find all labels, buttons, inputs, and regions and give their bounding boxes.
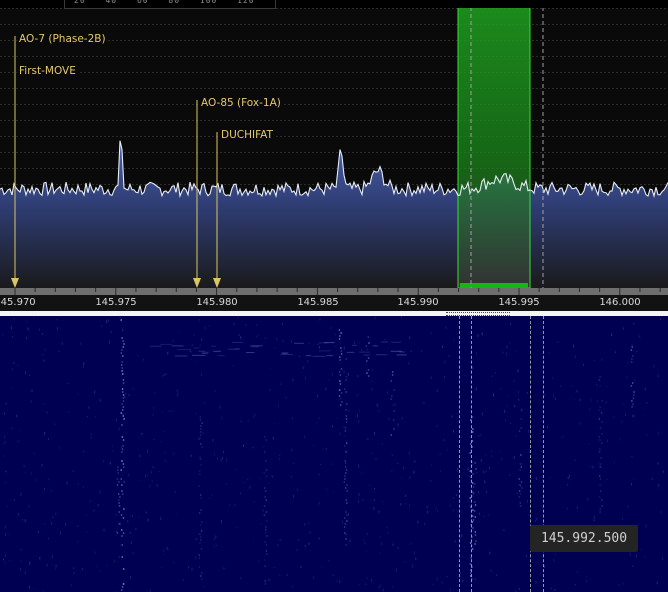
- spectrum-fill: [0, 140, 668, 288]
- s-meter-bar: 20 40 60 80 100 120: [0, 0, 668, 9]
- ruler-label: 146.000: [599, 297, 641, 308]
- ruler-label: 145.990: [397, 297, 439, 308]
- satellite-label-first-move[interactable]: First-MOVE: [17, 65, 78, 77]
- waterfall-filter-edge-left: [459, 316, 460, 592]
- ruler-label: 145.970: [0, 297, 36, 308]
- frequency-readout: 145.992.500: [530, 525, 638, 552]
- ruler-ticks: [0, 288, 668, 295]
- satellite-label-ao7[interactable]: AO-7 (Phase-2B): [17, 33, 108, 45]
- waterfall-tuning-line[interactable]: [471, 316, 472, 592]
- s-meter-scale: 20 40 60 80 100 120: [74, 0, 269, 5]
- ruler-label: 145.975: [95, 297, 137, 308]
- s-meter-tick-label: 40: [105, 0, 118, 5]
- spectrum-plot[interactable]: [0, 0, 668, 311]
- s-meter-tick-label: 20: [74, 0, 86, 5]
- s-meter-tick-label: 100: [199, 0, 218, 5]
- satellite-label-duchifat[interactable]: DUCHIFAT: [219, 129, 275, 141]
- satellite-label-ao85[interactable]: AO-85 (Fox-1A): [199, 97, 283, 109]
- s-meter-tick-label: 60: [136, 0, 149, 5]
- s-meter-tick-label: 120: [237, 0, 255, 5]
- filter-passband[interactable]: [457, 0, 531, 289]
- spectrum-panel[interactable]: 20 40 60 80 100 120 AO-7 (Phase-2B) Firs…: [0, 0, 668, 311]
- ruler-label: 145.985: [297, 297, 339, 308]
- frequency-ruler[interactable]: 145.970 145.975 145.980 145.985 145.990 …: [0, 288, 668, 311]
- s-meter-tick-label: 80: [168, 0, 181, 5]
- ruler-label: 145.980: [196, 297, 238, 308]
- sdr-receiver-display: 20 40 60 80 100 120 AO-7 (Phase-2B) Firs…: [0, 0, 668, 592]
- ruler-label: 145.995: [498, 297, 540, 308]
